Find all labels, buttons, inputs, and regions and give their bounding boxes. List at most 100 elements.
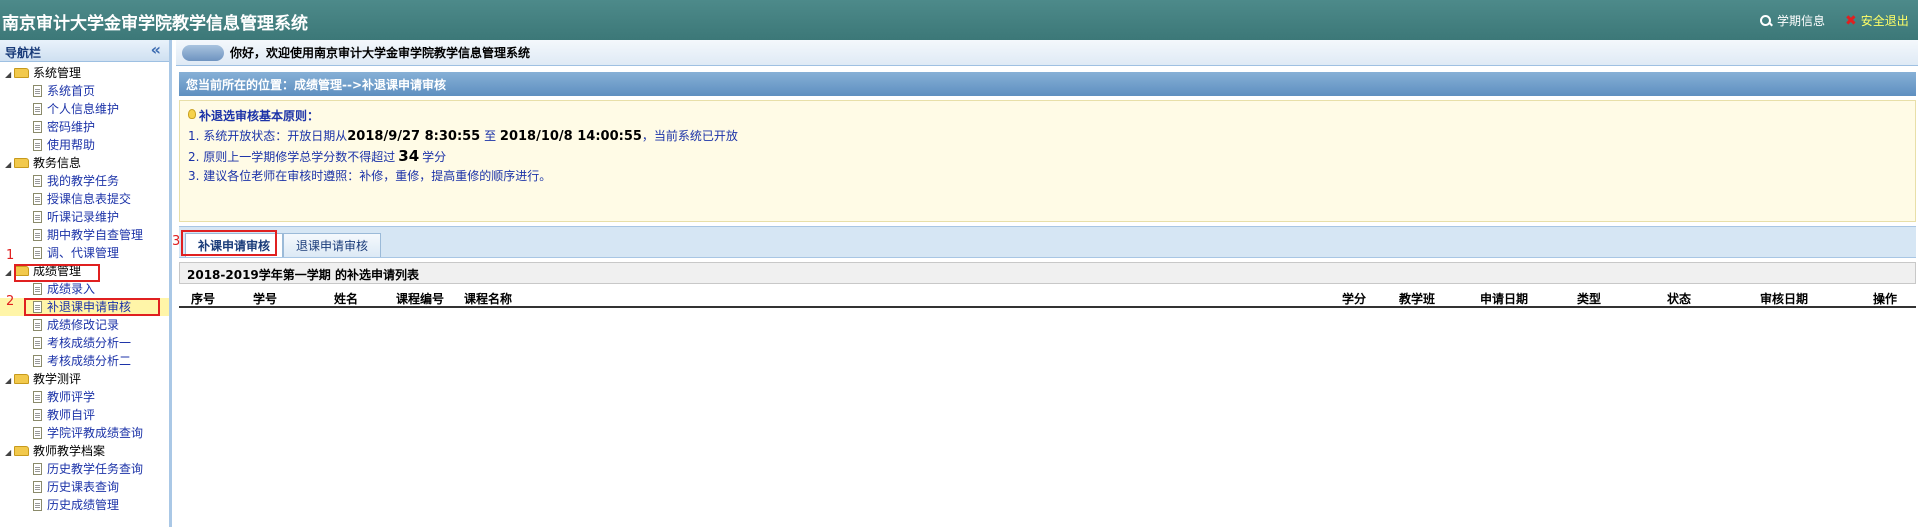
rule-text: 学分	[422, 150, 447, 164]
nav-item[interactable]: 历史教学任务查询	[0, 460, 169, 478]
column-header: 申请日期	[1480, 292, 1529, 306]
nav-item[interactable]: 教师评学	[0, 388, 169, 406]
document-icon	[33, 319, 42, 331]
column-header: 操作	[1873, 292, 1898, 306]
column-header: 状态	[1667, 292, 1692, 306]
annotation-number: 2	[6, 294, 15, 309]
nav-item[interactable]: 成绩录入	[0, 280, 169, 298]
nav-group-academic[interactable]: ◢ 教务信息	[0, 154, 169, 172]
nav-group-label: 教务信息	[33, 156, 82, 170]
close-icon: ✖	[1845, 12, 1857, 29]
nav-item-label: 使用帮助	[47, 138, 96, 152]
toggle-icon[interactable]	[182, 44, 224, 61]
nav-item-label: 密码维护	[47, 120, 96, 134]
annotation-box	[24, 298, 160, 316]
document-icon	[33, 481, 42, 493]
document-icon	[33, 247, 42, 259]
rule-text: ，当前系统已开放	[641, 129, 738, 143]
nav-item[interactable]: 系统首页	[0, 82, 169, 100]
sidebar-title: 导航栏	[5, 46, 42, 60]
top-header: 南京审计大学金审学院教学信息管理系统 学期信息 ✖ 安全退出	[0, 0, 1918, 40]
nav-item-label: 成绩修改记录	[47, 318, 120, 332]
document-icon	[33, 121, 42, 133]
nav-item-label: 考核成绩分析一	[47, 336, 132, 350]
system-title: 南京审计大学金审学院教学信息管理系统	[2, 14, 308, 34]
column-header: 审核日期	[1760, 292, 1809, 306]
rule-text: 至	[484, 129, 497, 143]
document-icon	[33, 337, 42, 349]
search-icon	[1760, 14, 1772, 27]
column-header: 姓名	[334, 292, 359, 306]
nav-item[interactable]: 教师自评	[0, 406, 169, 424]
document-icon	[33, 85, 42, 97]
nav-group-evaluation[interactable]: ◢ 教学测评	[0, 370, 169, 388]
document-icon	[33, 409, 42, 421]
document-icon	[33, 139, 42, 151]
nav-item[interactable]: 学院评教成绩查询	[0, 424, 169, 442]
list-title: 2018-2019学年第一学期 的补选申请列表	[179, 262, 1916, 284]
term-info-label: 学期信息	[1777, 14, 1826, 28]
lightbulb-icon	[188, 109, 196, 119]
rule-text: 1. 系统开放状态：开放日期从	[188, 129, 348, 143]
rules-panel: 补退选审核基本原则： 1. 系统开放状态：开放日期从2018/9/27 8:30…	[179, 100, 1916, 222]
logout-link[interactable]: ✖ 安全退出	[1845, 12, 1909, 29]
nav-item-label: 个人信息维护	[47, 102, 120, 116]
document-icon	[33, 463, 42, 475]
welcome-text: 你好，欢迎使用南京审计大学金审学院教学信息管理系统	[230, 46, 531, 60]
logout-label: 安全退出	[1860, 14, 1909, 28]
nav-item[interactable]: 授课信息表提交	[0, 190, 169, 208]
document-icon	[33, 175, 42, 187]
nav-item[interactable]: 我的教学任务	[0, 172, 169, 190]
nav-item[interactable]: 历史成绩管理	[0, 496, 169, 514]
column-header: 课程编号	[396, 292, 445, 306]
folder-icon	[14, 158, 29, 168]
nav-item[interactable]: 考核成绩分析二	[0, 352, 169, 370]
column-header: 类型	[1577, 292, 1602, 306]
tab-bar: 补课申请审核 退课申请审核	[179, 226, 1916, 258]
nav-item-label: 我的教学任务	[47, 174, 120, 188]
nav-item-label: 系统首页	[47, 84, 96, 98]
nav-item[interactable]: 听课记录维护	[0, 208, 169, 226]
open-end-date: 2018/10/8 14:00:55	[499, 129, 642, 144]
nav-item-label: 教师自评	[47, 408, 96, 422]
sidebar: 导航栏 « ◢ 系统管理 系统首页 个人信息维护 密码维护 使用帮助 ◢ 教务信息 …	[0, 40, 172, 527]
nav-group-system[interactable]: ◢ 系统管理	[0, 64, 169, 82]
rule-line-1: 1. 系统开放状态：开放日期从2018/9/27 8:30:55 至 2018/…	[188, 126, 1907, 146]
term-info-link[interactable]: 学期信息	[1760, 12, 1825, 29]
tab-drop-course-review[interactable]: 退课申请审核	[283, 233, 382, 257]
nav-item[interactable]: 成绩修改记录	[0, 316, 169, 334]
nav-item-label: 成绩录入	[47, 282, 96, 296]
nav-group-archive[interactable]: ◢ 教师教学档案	[0, 442, 169, 460]
column-header: 序号	[191, 292, 216, 306]
document-icon	[33, 193, 42, 205]
nav-item[interactable]: 个人信息维护	[0, 100, 169, 118]
open-start-date: 2018/9/27 8:30:55	[347, 129, 481, 144]
nav-group-label: 系统管理	[33, 66, 82, 80]
column-header: 教学班	[1399, 292, 1436, 306]
nav-item[interactable]: 考核成绩分析一	[0, 334, 169, 352]
document-icon	[33, 229, 42, 241]
nav-item-label: 学院评教成绩查询	[47, 426, 144, 440]
nav-item[interactable]: 期中教学自查管理	[0, 226, 169, 244]
nav-item[interactable]: 历史课表查询	[0, 478, 169, 496]
nav-group-label: 教学测评	[33, 372, 82, 386]
folder-icon	[14, 446, 29, 456]
table-header: 序号 学号 姓名 课程编号 课程名称 学分 教学班 申请日期 类型 状态 审核日…	[179, 286, 1916, 308]
collapse-icon[interactable]: «	[151, 40, 161, 59]
document-icon	[33, 391, 42, 403]
nav-item[interactable]: 调、代课管理	[0, 244, 169, 262]
annotation-box	[181, 230, 277, 256]
rule-line-2: 2. 原则上一学期修学总学分数不得超过 34 学分	[188, 146, 1907, 166]
nav-item-label: 调、代课管理	[47, 246, 120, 260]
document-icon	[33, 103, 42, 115]
main-area: 你好，欢迎使用南京审计大学金审学院教学信息管理系统 您当前所在的位置：成绩管理-…	[172, 40, 1918, 527]
document-icon	[33, 355, 42, 367]
sidebar-header: 导航栏 «	[0, 40, 169, 62]
max-credits: 34	[398, 147, 420, 165]
nav-item[interactable]: 使用帮助	[0, 136, 169, 154]
nav-item-label: 听课记录维护	[47, 210, 120, 224]
nav-item[interactable]: 密码维护	[0, 118, 169, 136]
column-header: 学号	[253, 292, 278, 306]
nav-tree: ◢ 系统管理 系统首页 个人信息维护 密码维护 使用帮助 ◢ 教务信息 我的教学任务…	[0, 62, 169, 514]
folder-icon	[14, 374, 29, 384]
